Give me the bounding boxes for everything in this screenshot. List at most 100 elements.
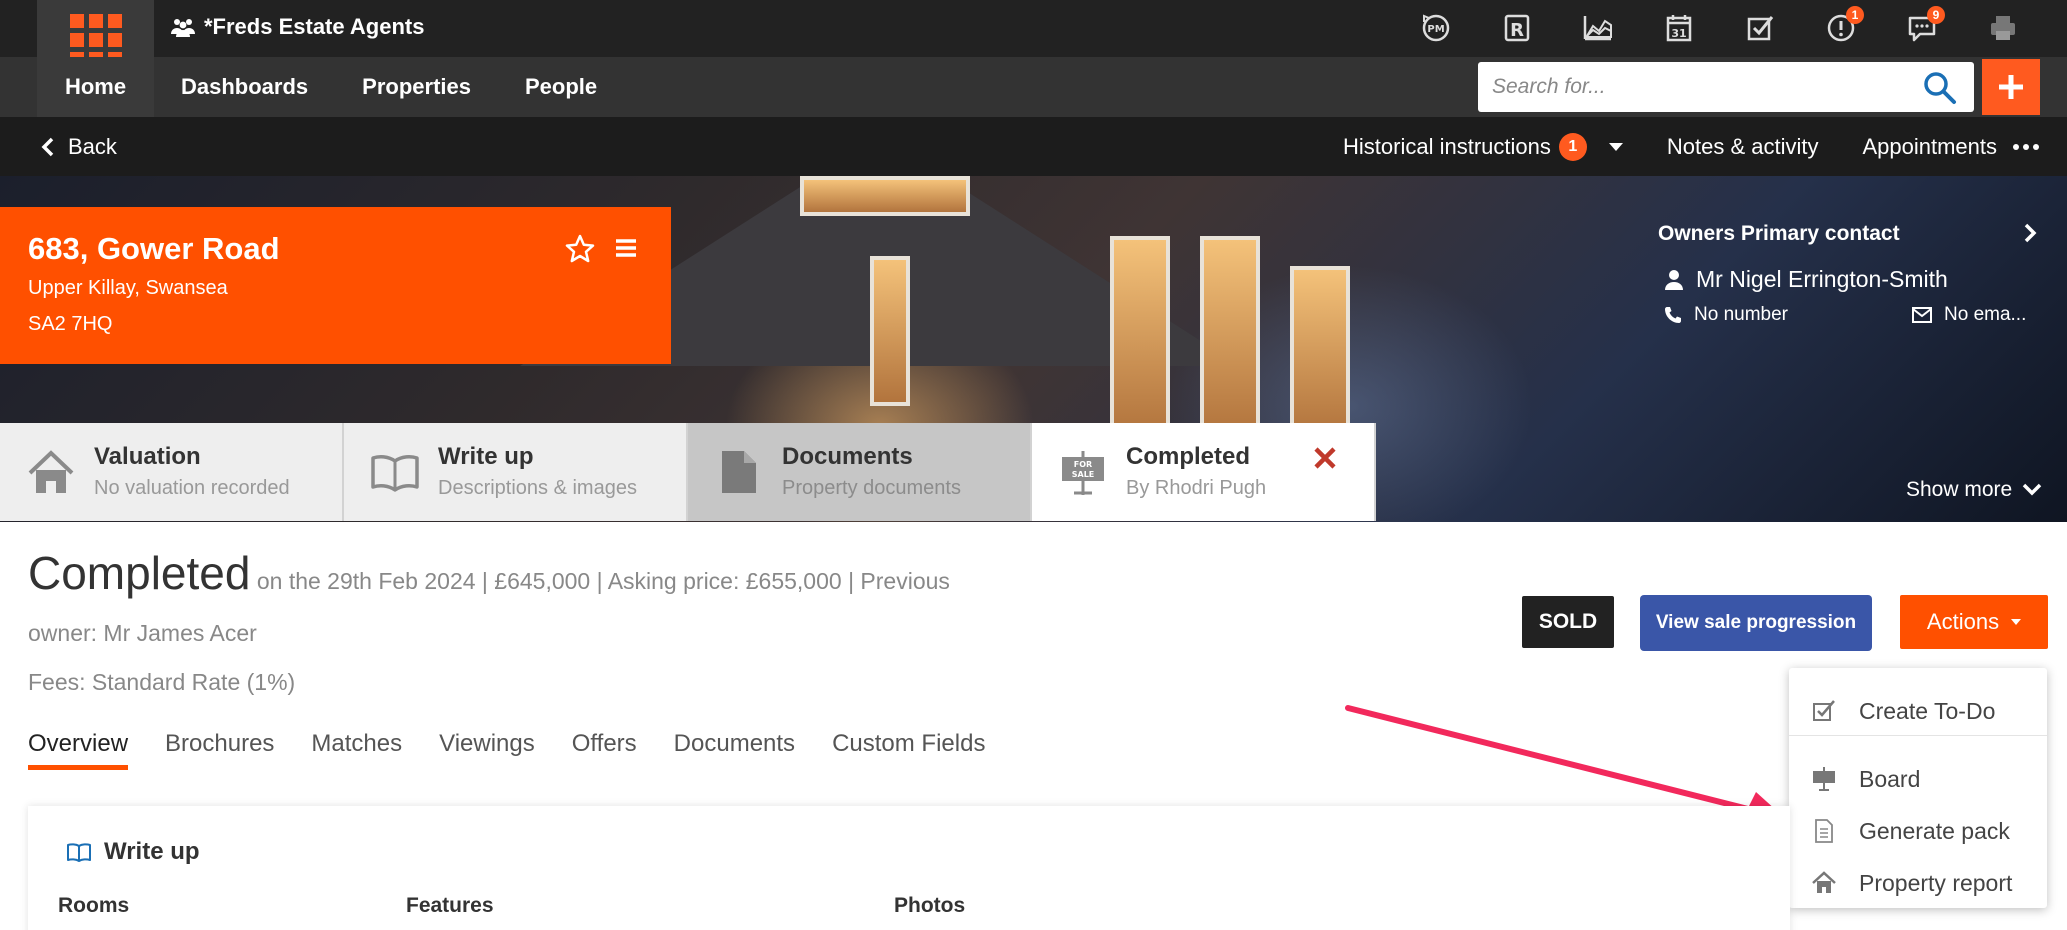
chat-icon[interactable]: 9 xyxy=(1881,6,1962,48)
menu-icon[interactable] xyxy=(614,237,638,259)
nav-people[interactable]: People xyxy=(498,57,624,117)
chevron-right-icon[interactable] xyxy=(2022,222,2038,244)
top-bar: *Freds Estate Agents PM R 31 1 9 xyxy=(0,0,2067,57)
nav-dashboards[interactable]: Dashboards xyxy=(154,57,335,117)
search-box xyxy=(1478,62,1974,112)
alert-icon[interactable]: 1 xyxy=(1800,6,1881,48)
svg-text:PM: PM xyxy=(1427,24,1444,35)
hero-window xyxy=(1110,236,1170,436)
notes-label: Notes & activity xyxy=(1666,133,1819,159)
column-photos: Photos xyxy=(894,894,966,917)
printer-icon[interactable] xyxy=(1962,8,2043,48)
tab-viewings[interactable]: Viewings xyxy=(439,730,535,768)
menu-divider xyxy=(1789,735,2047,736)
column-rooms: Rooms xyxy=(58,894,130,917)
address-line2: Upper Killay, Swansea xyxy=(28,277,228,299)
stage-title: Valuation xyxy=(94,443,201,470)
open-book-icon xyxy=(67,843,91,862)
chevron-down-icon xyxy=(2011,619,2022,625)
status-title: Completed xyxy=(28,547,251,599)
owner-panel-title: Owners Primary contact xyxy=(1658,222,1900,245)
envelope-icon xyxy=(1912,307,1932,323)
actions-button[interactable]: Actions xyxy=(1900,595,2048,649)
stage-subtitle: By Rhodri Pugh xyxy=(1126,477,1267,499)
house-icon xyxy=(1812,871,1836,893)
historical-label: Historical instructions xyxy=(1343,133,1551,159)
document-icon xyxy=(722,451,756,493)
nav-home[interactable]: Home xyxy=(37,57,154,127)
appointments-link[interactable]: Appointments xyxy=(1862,134,1997,160)
card-title: Write up xyxy=(66,838,200,866)
nav-properties[interactable]: Properties xyxy=(335,57,498,117)
alert-badge: 1 xyxy=(1846,6,1864,24)
historical-instructions-link[interactable]: Historical instructions 1 xyxy=(1343,132,1623,161)
chevron-down-icon xyxy=(2022,483,2042,496)
for-sale-board-icon: FORSALE xyxy=(1062,451,1104,495)
chevron-down-icon[interactable] xyxy=(1608,142,1623,151)
star-icon[interactable] xyxy=(564,233,596,265)
chevron-left-icon xyxy=(41,137,54,156)
stage-title: Completed xyxy=(1126,443,1251,470)
tab-custom-fields[interactable]: Custom Fields xyxy=(832,730,985,768)
stage-write-up[interactable]: Write up Descriptions & images xyxy=(344,423,688,521)
completion-status: Completed on the 29th Feb 2024 | £645,00… xyxy=(28,548,1028,606)
top-icon-bar: PM R 31 1 9 xyxy=(1395,6,2043,48)
group-icon xyxy=(171,19,195,37)
owner-name[interactable]: Mr Nigel Errington-Smith xyxy=(1664,266,1948,293)
owner-phone: No number xyxy=(1664,304,1788,326)
notes-activity-link[interactable]: Notes & activity xyxy=(1667,134,1819,160)
content-tabs: Overview Brochures Matches Viewings Offe… xyxy=(28,730,985,770)
more-options-icon[interactable] xyxy=(2013,117,2039,176)
tab-offers[interactable]: Offers xyxy=(572,730,637,768)
appointments-label: Appointments xyxy=(1862,133,1997,159)
stage-valuation[interactable]: Valuation No valuation recorded xyxy=(0,423,344,521)
show-more-toggle[interactable]: Show more xyxy=(1906,478,2042,502)
phone-icon xyxy=(1665,307,1681,323)
stage-subtitle: Property documents xyxy=(782,477,961,499)
back-label: Back xyxy=(68,133,117,159)
write-up-card: Write up Rooms Features Photos xyxy=(28,806,1790,930)
tab-brochures[interactable]: Brochures xyxy=(165,730,274,768)
svg-text:R: R xyxy=(1510,20,1524,41)
stage-completed[interactable]: FOR SALE Completed By Rhodri Pugh xyxy=(1032,423,1376,521)
pm-sync-icon[interactable]: PM xyxy=(1395,8,1476,48)
stage-title: Documents xyxy=(782,443,913,470)
tab-documents[interactable]: Documents xyxy=(674,730,795,768)
chat-badge: 9 xyxy=(1927,6,1945,24)
agency-switcher[interactable]: *Freds Estate Agents xyxy=(170,14,424,40)
chart-icon[interactable] xyxy=(1557,8,1638,48)
address-card: 683, Gower Road Upper Killay, Swansea SA… xyxy=(0,207,671,364)
plus-icon xyxy=(1999,75,2023,99)
search-input[interactable] xyxy=(1492,62,1912,112)
column-features: Features xyxy=(406,894,494,917)
add-button[interactable] xyxy=(1982,59,2040,115)
postcode: SA2 7HQ xyxy=(28,313,113,335)
svg-text:FOR: FOR xyxy=(1074,460,1092,469)
progress-stages: Valuation No valuation recorded Write up… xyxy=(0,423,1376,521)
menu-item-property-report[interactable]: Property report xyxy=(1789,858,2047,908)
tab-matches[interactable]: Matches xyxy=(311,730,402,768)
sold-badge: SOLD xyxy=(1522,596,1614,648)
svg-text:SALE: SALE xyxy=(1072,470,1095,479)
search-icon[interactable] xyxy=(1922,70,1958,106)
tab-overview[interactable]: Overview xyxy=(28,730,129,770)
menu-item-generate-pack[interactable]: Generate pack xyxy=(1789,806,2047,856)
view-sale-progression-button[interactable]: View sale progression xyxy=(1640,595,1872,651)
calendar-icon[interactable]: 31 xyxy=(1638,8,1719,48)
checkbox-icon[interactable] xyxy=(1719,8,1800,48)
close-icon[interactable] xyxy=(1312,445,1338,471)
r-icon[interactable]: R xyxy=(1476,8,1557,48)
menu-item-create-todo[interactable]: Create To-Do xyxy=(1789,686,2047,736)
fees: Fees: Standard Rate (1%) xyxy=(28,669,296,695)
actions-label: Actions xyxy=(1926,609,2000,634)
back-button[interactable]: Back xyxy=(40,117,117,176)
document-icon xyxy=(1815,819,1833,843)
previous-owner: owner: Mr James Acer xyxy=(28,620,257,646)
stage-documents[interactable]: Documents Property documents xyxy=(688,423,1032,521)
menu-item-board[interactable]: Board xyxy=(1789,754,2047,804)
agency-name: *Freds Estate Agents xyxy=(204,14,425,39)
svg-text:31: 31 xyxy=(1671,27,1686,40)
sub-nav: Back Historical instructions 1 Notes & a… xyxy=(0,117,2067,176)
actions-menu: Create To-Do Board Generate pack Propert… xyxy=(1789,668,2047,908)
house-icon xyxy=(28,450,74,493)
